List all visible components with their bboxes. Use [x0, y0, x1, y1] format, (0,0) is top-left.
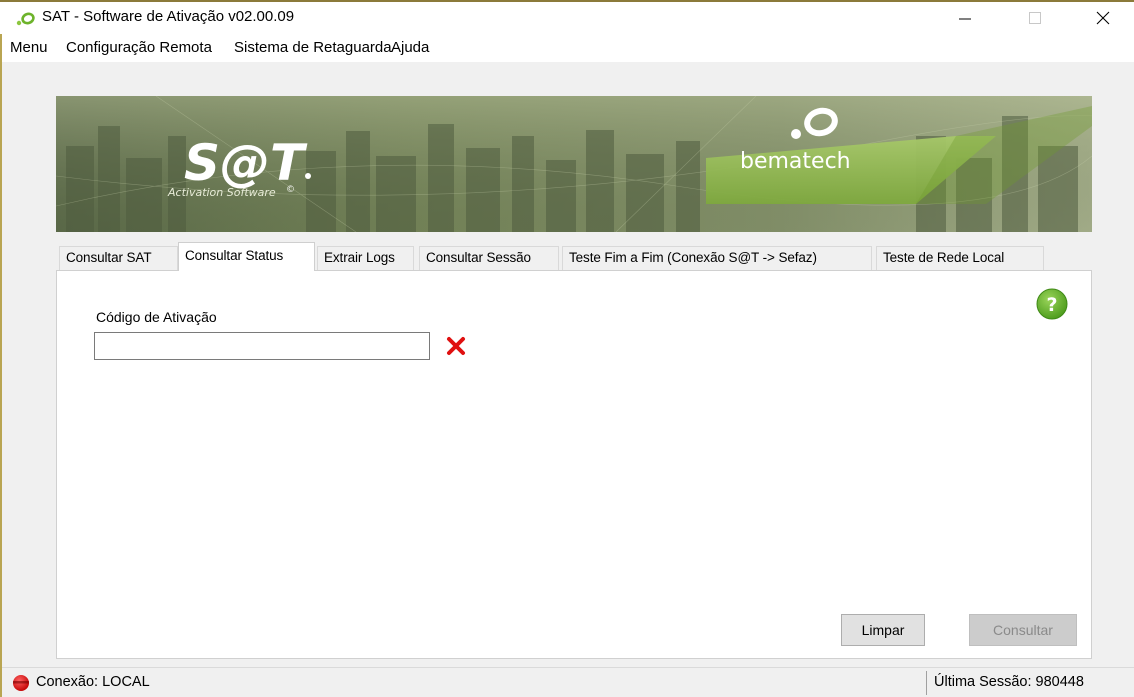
close-button[interactable]: [1080, 2, 1126, 34]
status-bar: Conexão: LOCAL Última Sessão: 980448: [0, 667, 1134, 697]
minimize-icon: [959, 18, 971, 20]
header-banner: S@T Activation Software © bematech: [56, 96, 1092, 232]
app-logo-icon: [16, 12, 35, 26]
minimize-button[interactable]: [942, 2, 988, 34]
app-window: SAT - Software de Ativação v02.00.09 Men…: [0, 0, 1134, 697]
sat-tagline: Activation Software: [167, 186, 276, 199]
menu-item-configuracao-remota[interactable]: Configuração Remota: [66, 39, 212, 56]
svg-text:?: ?: [1046, 294, 1057, 316]
last-session-text: Última Sessão: 980448: [934, 674, 1084, 690]
menu-item-ajuda[interactable]: Ajuda: [391, 39, 429, 56]
bematech-logo-text: bematech: [740, 149, 851, 174]
window-left-edge: [0, 34, 2, 697]
title-bar[interactable]: SAT - Software de Ativação v02.00.09: [0, 2, 1134, 34]
maximize-button[interactable]: [1012, 2, 1058, 34]
status-divider: [926, 671, 927, 695]
tab-consultar-status[interactable]: Consultar Status: [178, 242, 315, 271]
connection-status-text: Conexão: LOCAL: [36, 674, 150, 690]
banner-image: S@T Activation Software © bematech: [56, 96, 1092, 232]
connection-status-icon: [13, 675, 29, 691]
tab-panel-consultar-status: Código de Ativação ? Limpar Consultar: [56, 270, 1092, 659]
tab-consultar-sat[interactable]: Consultar SAT: [59, 246, 178, 270]
menu-item-sistema-retaguarda[interactable]: Sistema de Retaguarda: [234, 39, 392, 56]
sat-logo-text: S@T: [184, 134, 308, 192]
menu-item-menu[interactable]: Menu: [10, 39, 48, 56]
red-x-icon: [447, 337, 465, 355]
close-icon: [1096, 11, 1110, 25]
maximize-icon: [1029, 12, 1041, 24]
tab-teste-fim-a-fim[interactable]: Teste Fim a Fim (Conexão S@T -> Sefaz): [562, 246, 872, 270]
svg-text:©: ©: [286, 185, 295, 195]
tab-teste-rede-local[interactable]: Teste de Rede Local: [876, 246, 1044, 270]
help-icon[interactable]: ?: [1036, 288, 1068, 320]
activation-code-input[interactable]: [94, 332, 430, 360]
activation-code-label: Código de Ativação: [96, 309, 217, 325]
consultar-button[interactable]: Consultar: [969, 614, 1077, 646]
clear-button[interactable]: Limpar: [841, 614, 925, 646]
menu-bar: Menu Configuração Remota Sistema de Reta…: [0, 34, 1134, 62]
tab-consultar-sessao[interactable]: Consultar Sessão: [419, 246, 559, 270]
window-title: SAT - Software de Ativação v02.00.09: [42, 8, 295, 25]
tab-extrair-logs[interactable]: Extrair Logs: [317, 246, 414, 270]
